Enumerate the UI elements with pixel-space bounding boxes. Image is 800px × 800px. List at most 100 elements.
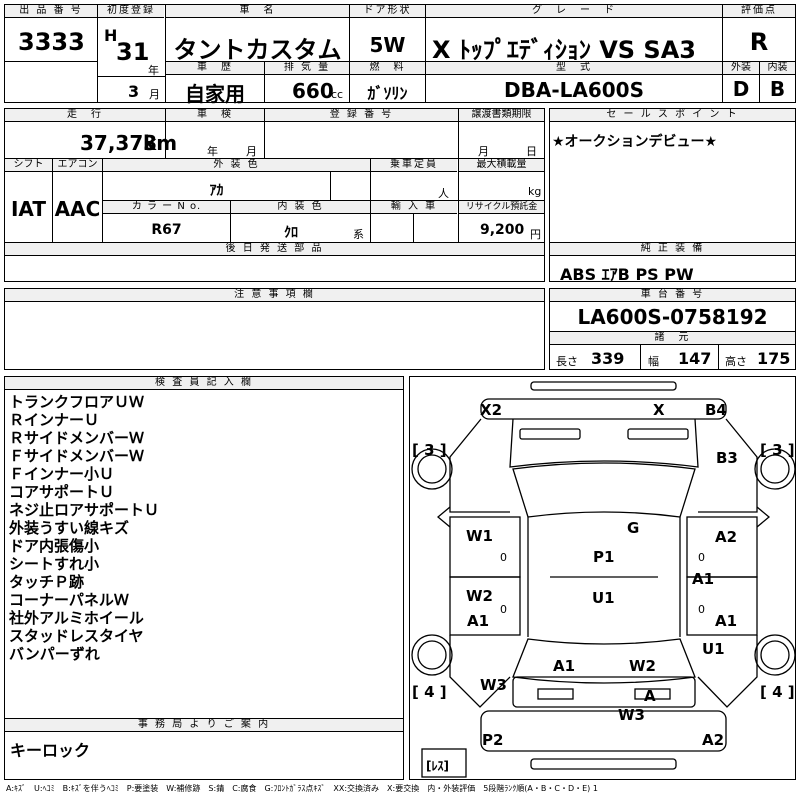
inspector-note-line: ＲインナーＵ <box>9 411 100 429</box>
ac-label: エアコン <box>53 159 102 172</box>
mark-small-l1: 0 <box>500 551 507 564</box>
recycle-label: リサイクル預託金 <box>459 201 544 214</box>
inspector-note-line: 外装うすい線キズ <box>9 519 130 537</box>
grade-label: グ レ ー ド <box>426 5 722 18</box>
recycle-unit: 円 <box>530 228 541 241</box>
damage-w2: W2 <box>466 587 493 605</box>
tire-fr-depth: [ 3 ] <box>760 441 795 459</box>
mark-small-r2: 0 <box>698 603 705 616</box>
damage-w2-bottom: W2 <box>629 657 656 675</box>
inspection-year-unit: 年 <box>207 145 218 158</box>
damage-g: G <box>627 519 640 537</box>
dimensions-label: 諸 元 <box>550 332 795 345</box>
length: 339 <box>591 349 625 368</box>
damage-a1-right-2: A1 <box>715 612 738 630</box>
damage-x: X <box>653 401 665 419</box>
spare-tire: [ﾚｽ] <box>426 759 449 773</box>
inspector-note-line: ネジ止ロアサポートＵ <box>9 501 160 519</box>
inspector-note-line: ＲサイドメンバーＷ <box>9 429 145 447</box>
office-note: キーロック <box>10 741 91 760</box>
score: R <box>749 28 769 56</box>
transfer-label: 譲渡書類期限 <box>459 109 544 122</box>
car-outline <box>411 381 796 778</box>
length-label: 長さ <box>556 355 578 368</box>
damage-a2-bottom: A2 <box>702 731 725 749</box>
inspector-note-line: Ｆインナー小Ｕ <box>9 465 115 483</box>
car-name: タントカスタム <box>173 36 342 64</box>
score-label: 評価点 <box>723 5 795 18</box>
damage-w3-left: W3 <box>480 676 507 694</box>
capacity-label: 乗車定員 <box>371 159 457 172</box>
reg-number-label: 登 録 番 号 <box>265 109 458 122</box>
int-color-label: 内 装 色 <box>231 201 370 214</box>
lot-label: 出 品 番 号 <box>5 5 97 18</box>
mark-small-l2: 0 <box>500 603 507 616</box>
fuel: ｶﾞｿﾘﾝ <box>367 84 408 103</box>
damage-a2-right: A2 <box>715 528 738 546</box>
history-label: 車 歴 <box>166 62 264 75</box>
lot-number: 3333 <box>18 28 85 56</box>
damage-b4: B4 <box>705 401 727 419</box>
inspection-month-unit: 月 <box>246 145 257 158</box>
damage-p1: P1 <box>593 548 615 566</box>
damage-diagram: X2 X B4 B3 G W1 P1 A2 A1 W2 A1 U1 A1 U1 … <box>409 376 796 780</box>
inspector-note-line: バンパーずれ <box>9 645 100 663</box>
damage-u1-right: U1 <box>702 640 725 658</box>
mileage-unit: km <box>143 131 178 155</box>
equipment: ABS ｴｱB PS PW <box>560 265 694 284</box>
inspector-note-line: タッチＰ跡 <box>9 573 85 591</box>
sales-point-label: セ ー ル ス ポ イ ン ト <box>550 109 795 122</box>
damage-x2: X2 <box>480 401 503 419</box>
mark-small-r1: 0 <box>698 551 705 564</box>
tire-rr-depth: [ 4 ] <box>760 683 795 701</box>
mileage-label: 走 行 <box>5 109 165 122</box>
history: 自家用 <box>185 82 245 106</box>
damage-legend: A:ｷｽﾞ U:ﾍｺﾐ B:ｷｽﾞを伴うﾍｺﾐ P:要塗装 W:補修跡 S:錆 … <box>6 784 598 793</box>
damage-a1-left-1: A1 <box>467 612 490 630</box>
load-unit: kg <box>528 185 542 198</box>
name-label: 車 名 <box>166 5 349 18</box>
cc-unit: cc <box>331 88 344 101</box>
ac: AAC <box>54 197 101 221</box>
shift-label: シフト <box>5 159 52 172</box>
exterior-color: ｱｶ <box>209 183 224 199</box>
inspector-note-line: ドア内張傷小 <box>9 537 100 555</box>
height-label: 高さ <box>725 355 747 368</box>
int-color-unit: 系 <box>353 228 364 241</box>
later-parts-label: 後 日 発 送 部 品 <box>5 243 544 256</box>
damage-u1-center: U1 <box>592 589 615 607</box>
door-type: 5W <box>369 33 406 57</box>
int-grade: B <box>769 77 786 101</box>
interior-color: ｸﾛ <box>284 225 298 241</box>
equipment-label: 純 正 装 備 <box>550 243 795 256</box>
reg-month: 3 <box>128 82 140 101</box>
damage-a1-right-1: A1 <box>692 570 715 588</box>
width-label: 幅 <box>648 355 659 368</box>
damage-a-bottom: A <box>644 687 656 705</box>
month-unit: 月 <box>149 88 160 101</box>
transfer-day-unit: 日 <box>526 145 537 158</box>
damage-w3-bottom: W3 <box>618 706 645 724</box>
height: 175 <box>757 349 791 368</box>
transfer-month-unit: 月 <box>478 145 489 158</box>
first-reg-label: 初度登録 <box>98 5 164 18</box>
notes-label: 注 意 事 項 欄 <box>5 289 544 302</box>
inspector-note-line: コーナーパネルＷ <box>9 591 129 609</box>
width: 147 <box>678 349 712 368</box>
model: DBA-LA600S <box>504 78 644 102</box>
inspector-label: 検 査 員 記 入 欄 <box>5 377 403 390</box>
color-no: R67 <box>151 222 182 238</box>
grade: X ﾄｯﾌﾟｴﾃﾞｨｼｮﾝ VS SA3 <box>432 36 696 64</box>
ext-label: 外装 <box>723 62 759 75</box>
chassis-label: 車 台 番 号 <box>550 289 795 302</box>
color-no-label: カ ラ ー N o. <box>103 201 230 214</box>
displacement: 660 <box>292 79 334 103</box>
inspection-label: 車 検 <box>166 109 264 122</box>
fuel-label: 燃 料 <box>350 62 425 75</box>
office-label: 事 務 局 よ り ご 案 内 <box>5 719 403 732</box>
chassis-number: LA600S-0758192 <box>577 305 768 329</box>
recycle-fee: 9,200 <box>480 222 525 238</box>
damage-a1-left-2: A1 <box>553 657 576 675</box>
inspector-note-line: シートすれ小 <box>9 555 100 573</box>
inspector-note-line: コアサポートＵ <box>9 483 115 501</box>
